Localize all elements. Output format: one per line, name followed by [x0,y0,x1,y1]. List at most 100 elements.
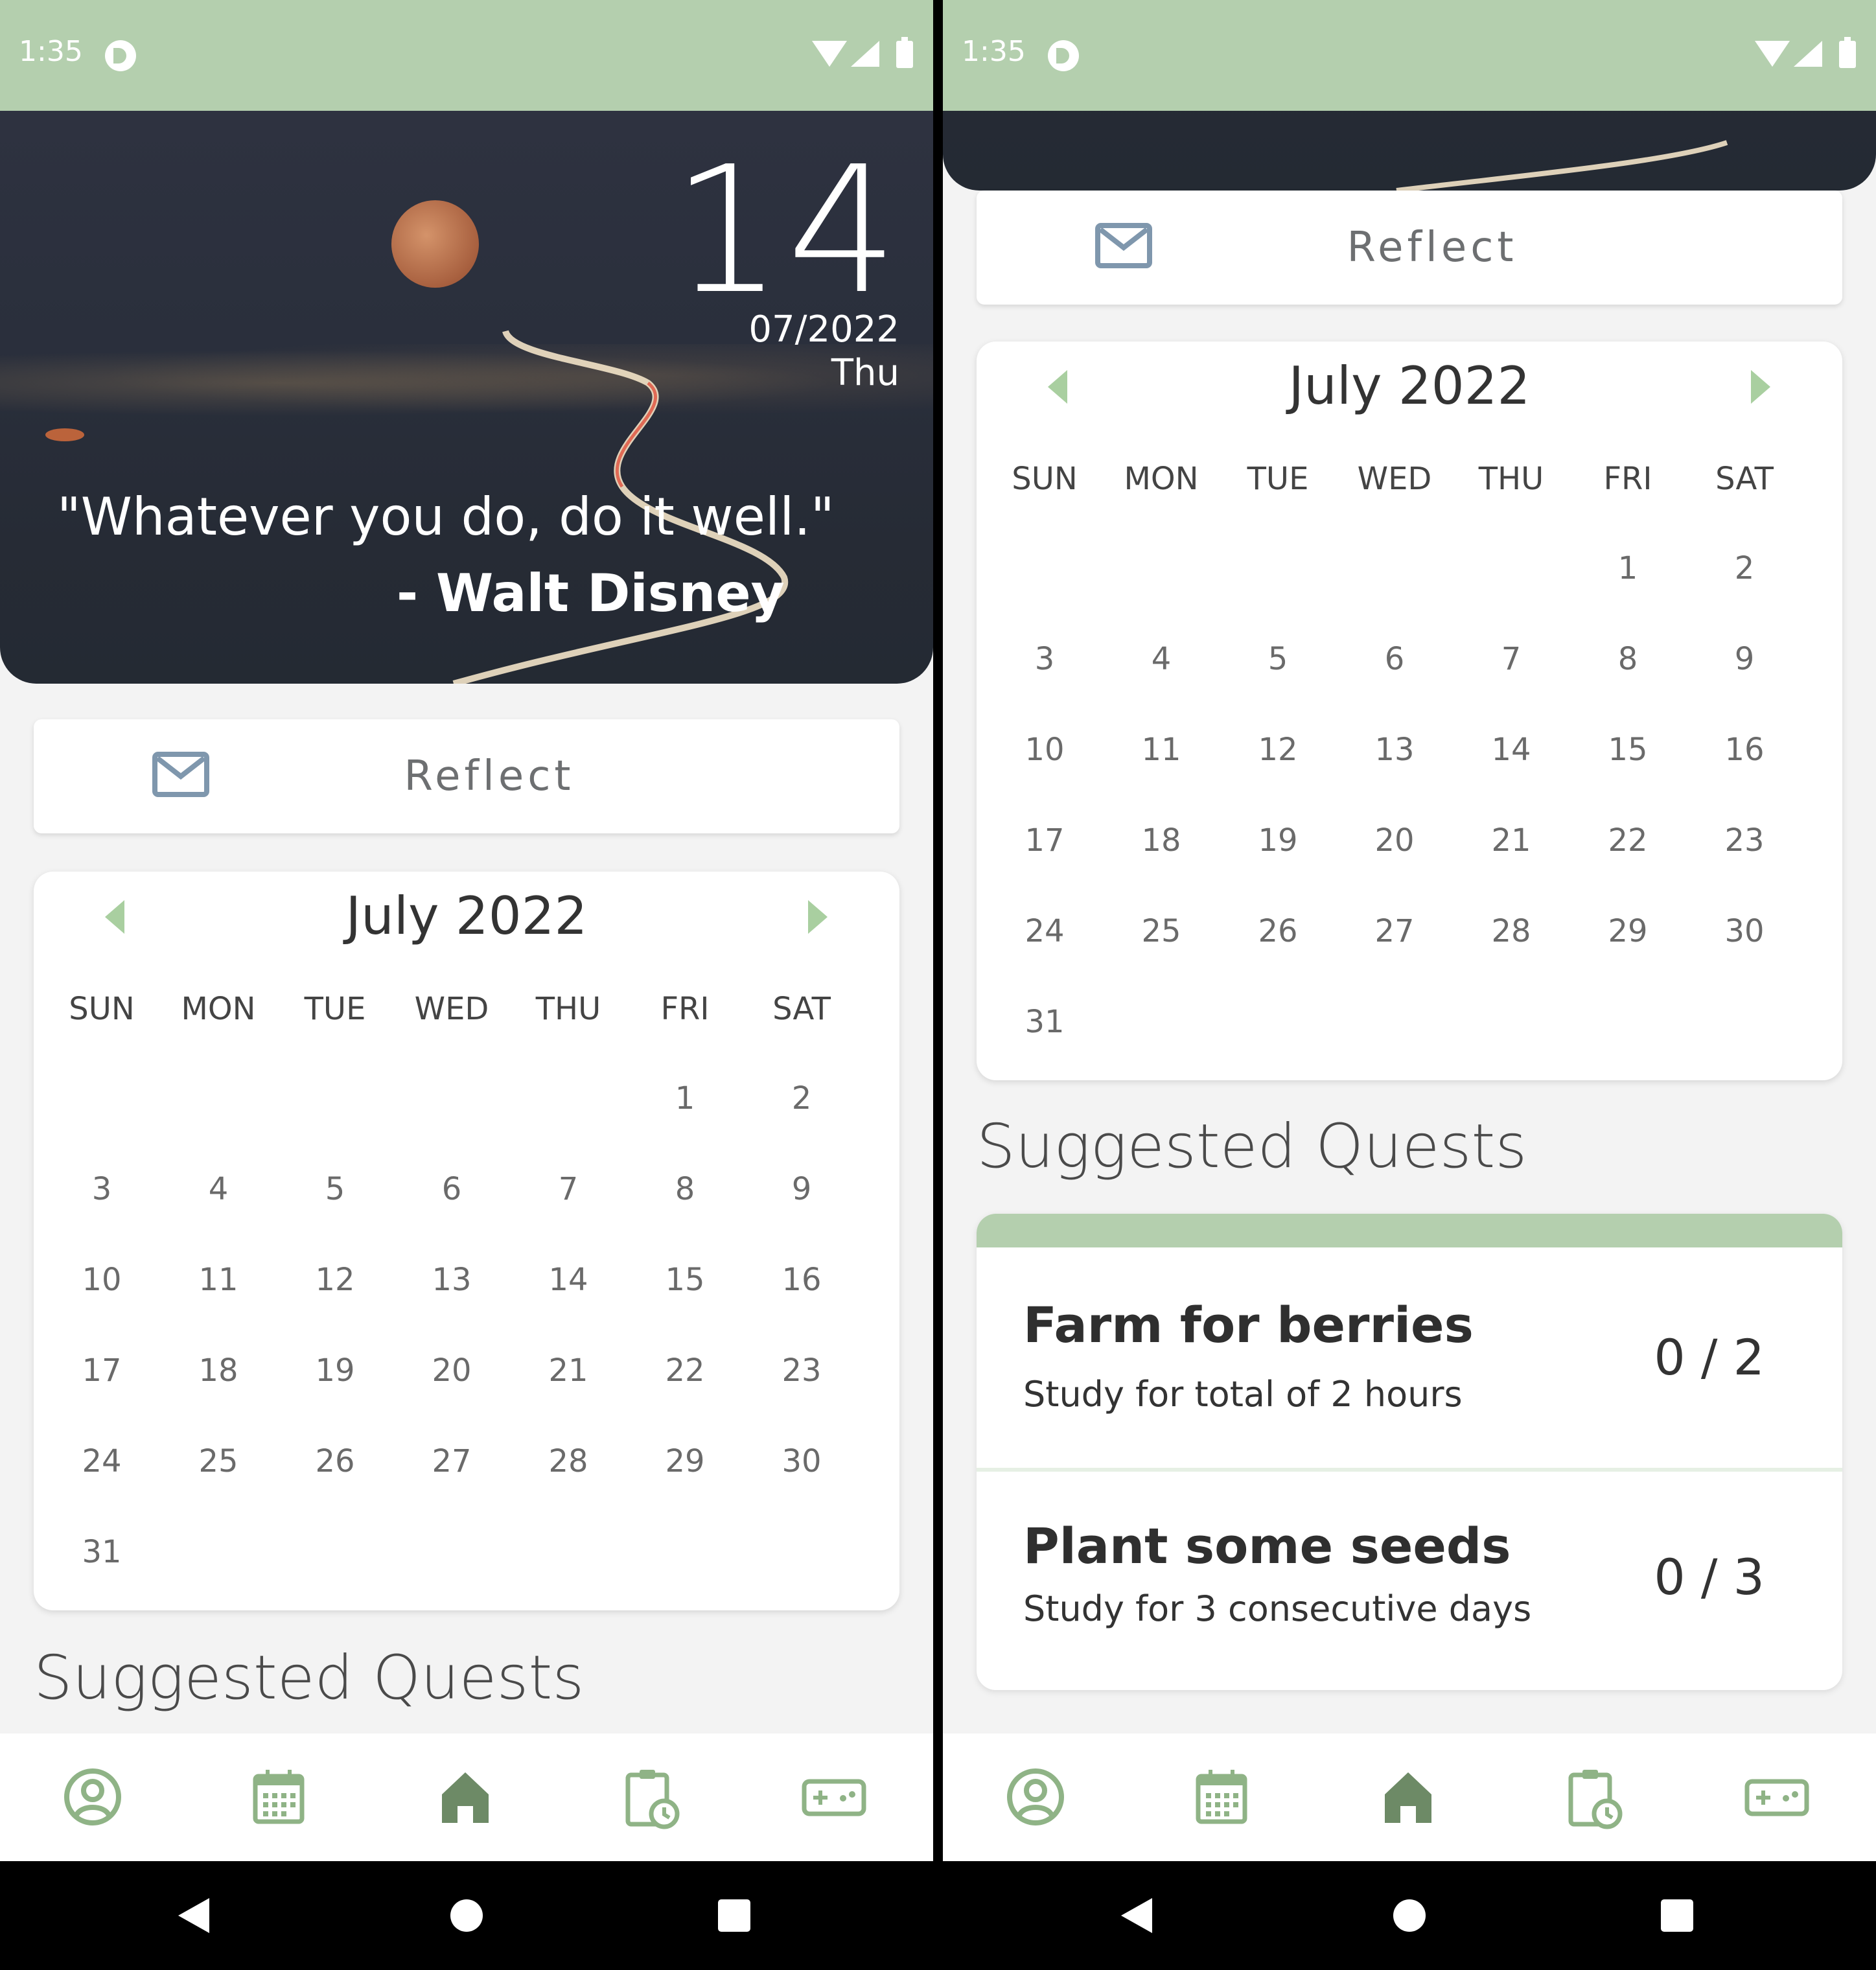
calendar-day[interactable]: 17 [986,822,1103,859]
calendar-day[interactable]: 29 [1569,913,1686,949]
calendar-icon[interactable] [246,1765,311,1829]
calendar-day[interactable]: 13 [1336,732,1453,768]
profile-icon[interactable] [1003,1765,1068,1829]
calendar-day[interactable]: 10 [986,732,1103,768]
back-icon[interactable] [1121,1898,1152,1933]
calendar-day[interactable]: 6 [1336,641,1453,677]
calendar-day[interactable]: 5 [1220,641,1336,677]
wifi-icon [812,41,847,67]
status-time: 1:35 [962,35,1026,68]
recents-icon[interactable] [718,1899,750,1932]
calendar-day[interactable]: 4 [1103,641,1220,677]
signal-icon [1794,41,1822,67]
quest-item[interactable]: Farm for berries Study for total of 2 ho… [977,1247,1842,1468]
calendar-day[interactable]: 8 [627,1171,743,1207]
calendar-day[interactable]: 6 [393,1171,510,1207]
reflect-button[interactable]: Reflect [34,719,899,833]
calendar-day[interactable]: 21 [510,1352,627,1389]
calendar-day[interactable]: 4 [160,1171,277,1207]
calendar-icon[interactable] [1189,1765,1254,1829]
bottom-navigation [943,1733,1876,1861]
calendar-day[interactable]: 18 [1103,822,1220,859]
calendar-day[interactable]: 20 [393,1352,510,1389]
calendar-day[interactable]: 24 [43,1443,160,1479]
calendar-day[interactable]: 15 [627,1262,743,1298]
home-circle-icon[interactable] [1393,1899,1426,1932]
calendar-day[interactable]: 5 [277,1171,393,1207]
next-month-icon[interactable] [808,900,828,934]
weekday-label: THU [1478,461,1544,497]
calendar-day[interactable]: 18 [160,1352,277,1389]
weekday-label: SUN [1012,461,1078,497]
back-icon[interactable] [178,1898,209,1933]
calendar-day[interactable]: 16 [743,1262,860,1298]
reflect-button[interactable]: Reflect [977,191,1842,305]
calendar-month-title: July 2022 [1288,356,1531,416]
suggested-quests-list: Farm for berries Study for total of 2 ho… [977,1214,1842,1690]
next-month-icon[interactable] [1751,370,1770,404]
calendar-day[interactable]: 17 [43,1352,160,1389]
calendar-month-title: July 2022 [345,886,588,946]
game-controller-icon[interactable] [802,1765,866,1829]
calendar-day[interactable]: 26 [1220,913,1336,949]
calendar-day[interactable]: 31 [43,1534,160,1570]
calendar-day[interactable]: 26 [277,1443,393,1479]
recents-icon[interactable] [1661,1899,1693,1932]
calendar-day[interactable]: 19 [1220,822,1336,859]
calendar-day[interactable]: 30 [1686,913,1803,949]
calendar-day[interactable]: 24 [986,913,1103,949]
calendar-day[interactable]: 3 [43,1171,160,1207]
weekday-label: THU [535,991,601,1027]
profile-icon[interactable] [60,1765,125,1829]
calendar-day[interactable]: 28 [1453,913,1569,949]
system-navigation [0,1861,933,1970]
calendar-day[interactable]: 3 [986,641,1103,677]
calendar-day[interactable]: 13 [393,1262,510,1298]
calendar-day[interactable]: 7 [1453,641,1569,677]
calendar-day[interactable]: 29 [627,1443,743,1479]
calendar-day[interactable]: 27 [1336,913,1453,949]
calendar-day[interactable]: 11 [160,1262,277,1298]
calendar-day[interactable]: 14 [510,1262,627,1298]
calendar-day[interactable]: 9 [743,1171,860,1207]
calendar-day[interactable]: 23 [743,1352,860,1389]
calendar-day[interactable]: 10 [43,1262,160,1298]
calendar-day[interactable]: 23 [1686,822,1803,859]
calendar-day[interactable]: 2 [1686,550,1803,586]
calendar-day[interactable]: 11 [1103,732,1220,768]
calendar-card: July 2022 SUN MON TUE WED THU FRI SAT 12345678… [977,342,1842,1080]
calendar-day[interactable]: 15 [1569,732,1686,768]
home-circle-icon[interactable] [450,1899,483,1932]
calendar-day[interactable]: 19 [277,1352,393,1389]
calendar-day[interactable]: 22 [1569,822,1686,859]
game-controller-icon[interactable] [1744,1765,1809,1829]
schedule-icon[interactable] [618,1765,682,1829]
calendar-day[interactable]: 9 [1686,641,1803,677]
quest-item[interactable]: Plant some seeds Study for 3 consecutive… [977,1472,1842,1690]
calendar-day[interactable]: 20 [1336,822,1453,859]
current-weekday: Thu [831,352,899,394]
calendar-day[interactable]: 28 [510,1443,627,1479]
calendar-day[interactable]: 16 [1686,732,1803,768]
calendar-day[interactable]: 25 [1103,913,1220,949]
calendar-day[interactable]: 31 [986,1004,1103,1040]
home-icon[interactable] [1376,1765,1441,1829]
schedule-icon[interactable] [1560,1765,1625,1829]
calendar-day[interactable]: 12 [277,1262,393,1298]
home-icon[interactable] [433,1765,498,1829]
calendar-day[interactable]: 30 [743,1443,860,1479]
moon-image [391,200,479,288]
calendar-day[interactable]: 1 [1569,550,1686,586]
calendar-day[interactable]: 22 [627,1352,743,1389]
calendar-day[interactable]: 7 [510,1171,627,1207]
calendar-day[interactable]: 12 [1220,732,1336,768]
calendar-day[interactable]: 2 [743,1080,860,1117]
status-time: 1:35 [19,35,83,68]
calendar-day[interactable]: 1 [627,1080,743,1117]
calendar-day[interactable]: 25 [160,1443,277,1479]
calendar-day[interactable]: 8 [1569,641,1686,677]
calendar-day[interactable]: 14 [1453,732,1569,768]
weekday-label: FRI [1603,461,1652,497]
calendar-day[interactable]: 21 [1453,822,1569,859]
calendar-day[interactable]: 27 [393,1443,510,1479]
